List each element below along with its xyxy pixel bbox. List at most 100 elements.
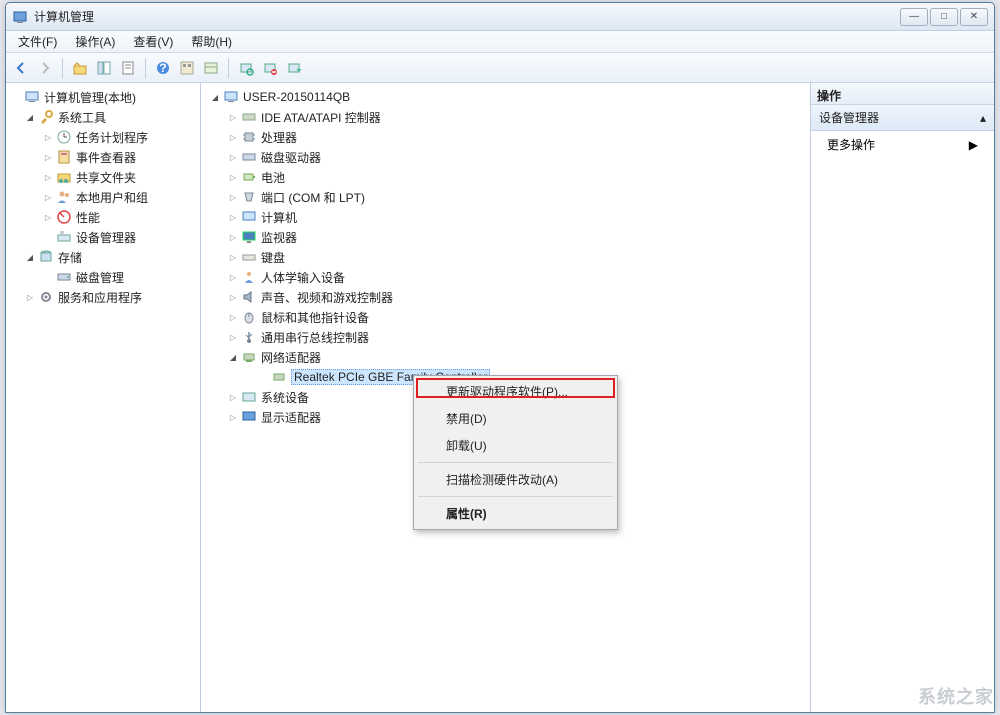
- tree-label: 监视器: [261, 229, 297, 246]
- expand-toggle[interactable]: [209, 91, 221, 103]
- expand-toggle[interactable]: [42, 171, 54, 183]
- help-button[interactable]: ?: [152, 57, 174, 79]
- view-devices-button[interactable]: [176, 57, 198, 79]
- expand-toggle[interactable]: [227, 391, 239, 403]
- tree-local-users[interactable]: 本地用户和组: [6, 187, 200, 207]
- monitor-icon: [241, 229, 257, 245]
- tree-label: 网络适配器: [261, 349, 321, 366]
- menu-help[interactable]: 帮助(H): [183, 31, 240, 52]
- tree-storage[interactable]: 存储: [6, 247, 200, 267]
- hid-icon: [241, 269, 257, 285]
- toolbar: ?: [6, 53, 994, 83]
- tree-task-scheduler[interactable]: 任务计划程序: [6, 127, 200, 147]
- separator: [418, 496, 613, 497]
- separator: [228, 58, 229, 78]
- tree-services-apps[interactable]: 服务和应用程序: [6, 287, 200, 307]
- minimize-button[interactable]: —: [900, 8, 928, 26]
- tree-label: 任务计划程序: [76, 129, 148, 146]
- expand-toggle[interactable]: [227, 291, 239, 303]
- expand-toggle[interactable]: [227, 171, 239, 183]
- tree-label: 处理器: [261, 129, 297, 146]
- device-computer-root[interactable]: USER-20150114QB: [201, 87, 810, 107]
- separator: [62, 58, 63, 78]
- actions-section-device-manager[interactable]: 设备管理器 ▴: [811, 105, 994, 131]
- device-cpu[interactable]: 处理器: [201, 127, 810, 147]
- device-monitors[interactable]: 监视器: [201, 227, 810, 247]
- tree-performance[interactable]: 性能: [6, 207, 200, 227]
- tree-shared-folders[interactable]: 共享文件夹: [6, 167, 200, 187]
- battery-icon: [241, 169, 257, 185]
- expand-toggle[interactable]: [227, 231, 239, 243]
- device-computers[interactable]: 计算机: [201, 207, 810, 227]
- ctx-uninstall[interactable]: 卸载(U): [416, 432, 615, 459]
- close-button[interactable]: ✕: [960, 8, 988, 26]
- device-ports[interactable]: 端口 (COM 和 LPT): [201, 187, 810, 207]
- expand-toggle[interactable]: [227, 251, 239, 263]
- tree-device-manager[interactable]: 设备管理器: [6, 227, 200, 247]
- tree-label: 事件查看器: [76, 149, 136, 166]
- expand-toggle[interactable]: [227, 331, 239, 343]
- services-icon: [38, 289, 54, 305]
- expand-toggle[interactable]: [227, 411, 239, 423]
- back-button[interactable]: [10, 57, 32, 79]
- device-ide[interactable]: IDE ATA/ATAPI 控制器: [201, 107, 810, 127]
- device-keyboards[interactable]: 键盘: [201, 247, 810, 267]
- menu-action[interactable]: 操作(A): [67, 31, 123, 52]
- usb-icon: [241, 329, 257, 345]
- device-sound[interactable]: 声音、视频和游戏控制器: [201, 287, 810, 307]
- tree-system-tools[interactable]: 系统工具: [6, 107, 200, 127]
- ctx-properties[interactable]: 属性(R): [416, 500, 615, 527]
- action-more[interactable]: 更多操作 ▶: [811, 131, 994, 158]
- tree-disk-management[interactable]: 磁盘管理: [6, 267, 200, 287]
- expand-toggle[interactable]: [227, 271, 239, 283]
- app-icon: [12, 9, 28, 25]
- expand-toggle[interactable]: [227, 131, 239, 143]
- menu-file[interactable]: 文件(F): [10, 31, 65, 52]
- expand-toggle[interactable]: [42, 211, 54, 223]
- window-controls: — □ ✕: [900, 8, 988, 26]
- device-network-adapters[interactable]: 网络适配器: [201, 347, 810, 367]
- tree-event-viewer[interactable]: 事件查看器: [6, 147, 200, 167]
- expand-toggle[interactable]: [24, 111, 36, 123]
- device-hid[interactable]: 人体学输入设备: [201, 267, 810, 287]
- ctx-update-driver[interactable]: 更新驱动程序软件(P)...: [416, 378, 615, 405]
- cpu-icon: [241, 129, 257, 145]
- tree-label: 设备管理器: [76, 229, 136, 246]
- expand-toggle[interactable]: [42, 131, 54, 143]
- expand-toggle[interactable]: [24, 251, 36, 263]
- system-device-icon: [241, 389, 257, 405]
- collapse-icon: ▴: [980, 111, 986, 125]
- expand-toggle[interactable]: [227, 111, 239, 123]
- update-driver-button[interactable]: [283, 57, 305, 79]
- scan-hardware-button[interactable]: [235, 57, 257, 79]
- device-mouse[interactable]: 鼠标和其他指针设备: [201, 307, 810, 327]
- device-disk-drives[interactable]: 磁盘驱动器: [201, 147, 810, 167]
- ctx-disable[interactable]: 禁用(D): [416, 405, 615, 432]
- ctx-scan-hardware[interactable]: 扫描检测硬件改动(A): [416, 466, 615, 493]
- expand-toggle[interactable]: [227, 211, 239, 223]
- expand-toggle[interactable]: [227, 191, 239, 203]
- mouse-icon: [241, 309, 257, 325]
- forward-button[interactable]: [34, 57, 56, 79]
- expand-toggle[interactable]: [24, 291, 36, 303]
- view-resources-button[interactable]: [200, 57, 222, 79]
- expand-toggle[interactable]: [42, 191, 54, 203]
- up-level-button[interactable]: [69, 57, 91, 79]
- uninstall-device-button[interactable]: [259, 57, 281, 79]
- properties-button[interactable]: [117, 57, 139, 79]
- expand-toggle[interactable]: [227, 311, 239, 323]
- separator: [418, 462, 613, 463]
- device-usb[interactable]: 通用串行总线控制器: [201, 327, 810, 347]
- show-hide-tree-button[interactable]: [93, 57, 115, 79]
- tree-label: 系统设备: [261, 389, 309, 406]
- expand-toggle[interactable]: [227, 351, 239, 363]
- computer-icon: [223, 89, 239, 105]
- maximize-button[interactable]: □: [930, 8, 958, 26]
- disk-icon: [56, 269, 72, 285]
- separator: [145, 58, 146, 78]
- expand-toggle[interactable]: [42, 151, 54, 163]
- device-battery[interactable]: 电池: [201, 167, 810, 187]
- expand-toggle[interactable]: [227, 151, 239, 163]
- tree-root[interactable]: 计算机管理(本地): [6, 87, 200, 107]
- menu-view[interactable]: 查看(V): [125, 31, 181, 52]
